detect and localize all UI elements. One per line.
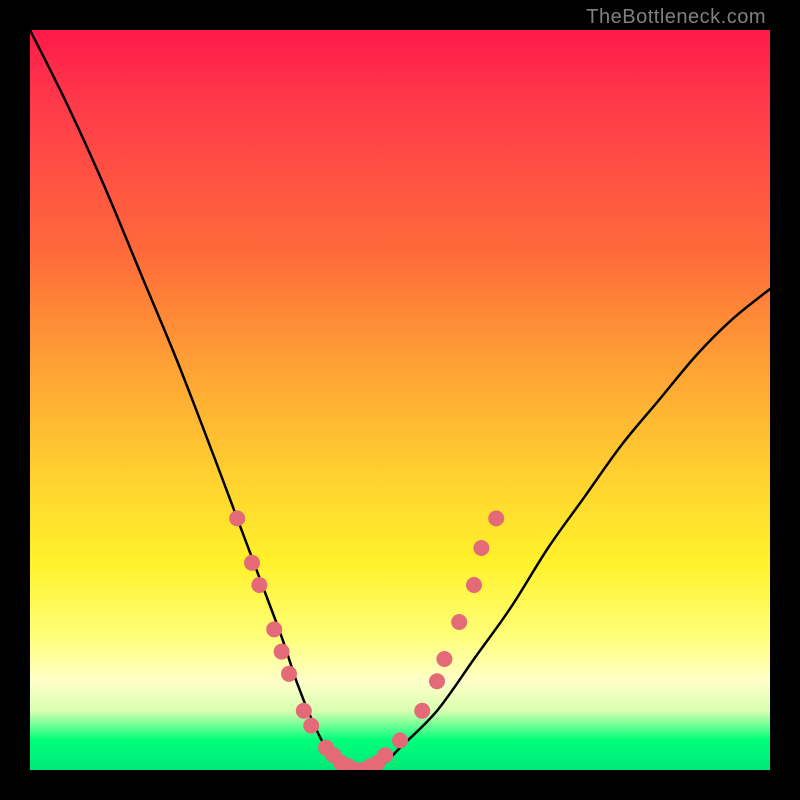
bottleneck-curve <box>30 30 770 770</box>
marker-dot <box>414 703 430 719</box>
marker-dot <box>466 577 482 593</box>
marker-dot <box>229 510 245 526</box>
marker-dot <box>451 614 467 630</box>
marker-dot <box>251 577 267 593</box>
marker-dot <box>473 540 489 556</box>
watermark-text: TheBottleneck.com <box>586 6 766 29</box>
marker-dot <box>488 510 504 526</box>
marker-dot <box>266 621 282 637</box>
marker-dot <box>281 666 297 682</box>
marker-dot <box>303 718 319 734</box>
marker-dot <box>429 673 445 689</box>
marker-dot <box>244 555 260 571</box>
chart-frame: TheBottleneck.com <box>0 0 800 800</box>
marker-dot <box>392 732 408 748</box>
plot-area <box>30 30 770 770</box>
marker-dot <box>377 747 393 763</box>
marker-dot <box>274 644 290 660</box>
marker-dot <box>436 651 452 667</box>
chart-svg <box>30 30 770 770</box>
marker-dot <box>296 703 312 719</box>
marker-group <box>229 510 504 770</box>
